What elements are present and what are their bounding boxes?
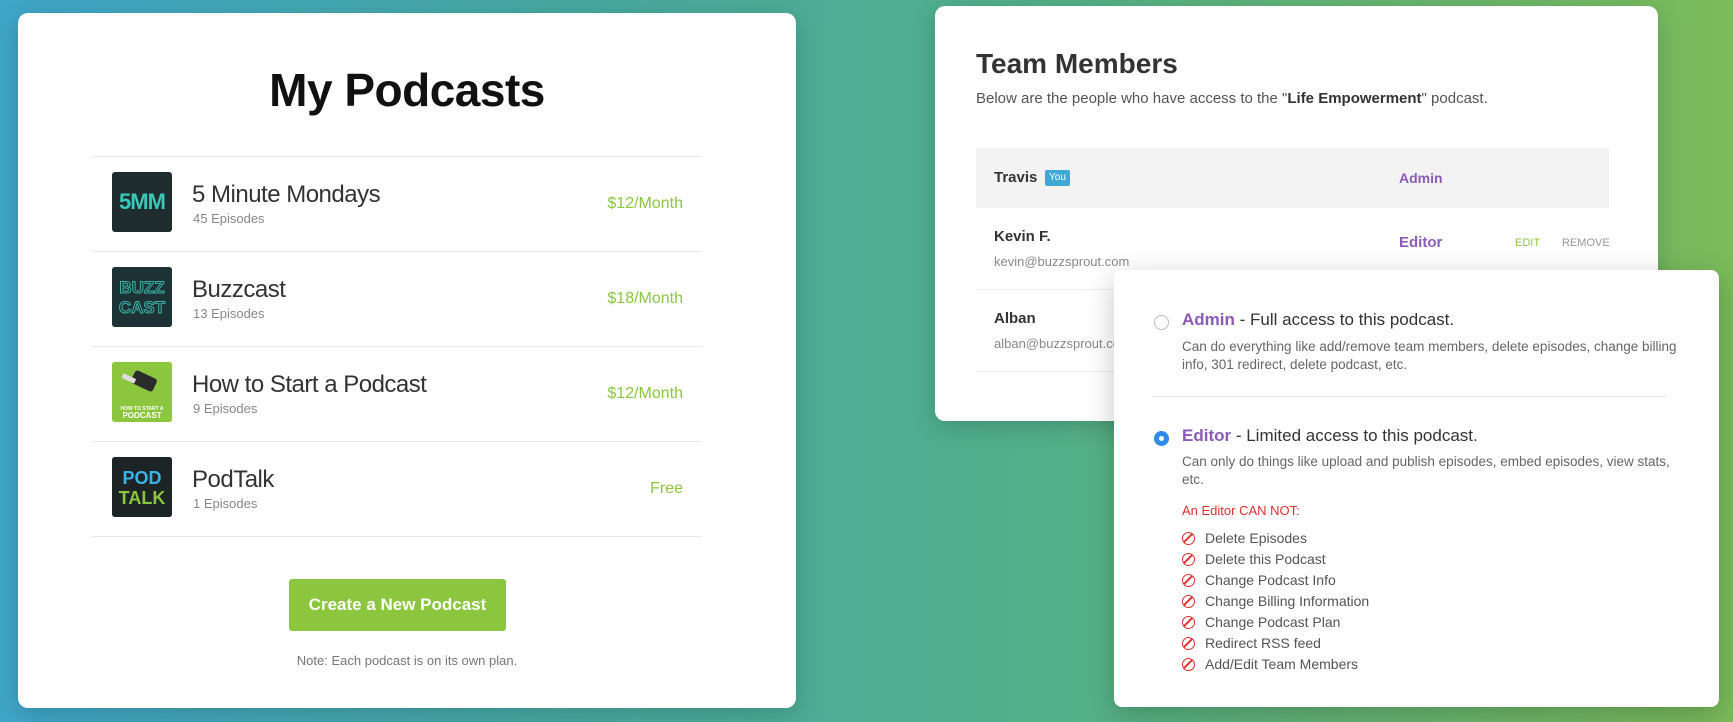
podcast-row-5-minute-mondays[interactable]: 5MM 5 Minute Mondays 45 Episodes $12/Mon…: [92, 157, 702, 252]
create-podcast-button[interactable]: Create a New Podcast: [289, 579, 506, 631]
prohibited-icon: [1182, 532, 1195, 545]
podcast-artwork: POD TALK: [112, 457, 172, 517]
podcast-artwork: HOW TO START A PODCAST: [112, 362, 172, 422]
remove-member-button[interactable]: REMOVE: [1562, 237, 1610, 249]
prohibited-icon: [1182, 553, 1195, 566]
svg-text:PODCAST: PODCAST: [122, 411, 161, 420]
admin-role-description: Can do everything like add/remove team m…: [1182, 339, 1677, 372]
restriction-item: Change Podcast Info: [1182, 570, 1369, 591]
member-name: Kevin F.: [994, 228, 1051, 245]
page-title: My Podcasts: [269, 64, 545, 116]
member-role-dropdown[interactable]: Editor: [1399, 234, 1442, 251]
admin-role-name: Admin: [1182, 310, 1235, 329]
podcast-name[interactable]: How to Start a Podcast: [192, 371, 427, 399]
restriction-item: Add/Edit Team Members: [1182, 654, 1369, 675]
prohibited-icon: [1182, 616, 1195, 629]
editor-restrictions-list: Delete Episodes Delete this Podcast Chan…: [1182, 528, 1369, 675]
podcast-row-buzzcast[interactable]: BUZZ CAST Buzzcast 13 Episodes $18/Month: [92, 252, 702, 347]
plan-note: Note: Each podcast is on its own plan.: [296, 653, 518, 668]
podcast-name[interactable]: 5 Minute Mondays: [192, 181, 381, 209]
you-badge: You: [1045, 170, 1070, 186]
divider: [1152, 396, 1666, 397]
editor-role-description: Can only do things like upload and publi…: [1182, 454, 1670, 487]
prohibited-icon: [1182, 658, 1195, 671]
episode-count: 13 Episodes: [193, 306, 265, 321]
podcast-name[interactable]: Buzzcast: [192, 276, 286, 304]
editor-role-radio[interactable]: [1154, 431, 1169, 446]
admin-role-heading: Admin - Full access to this podcast.: [1182, 310, 1455, 329]
team-title: Team Members: [976, 48, 1178, 79]
episode-count: 45 Episodes: [193, 211, 265, 226]
restriction-item: Change Billing Information: [1182, 591, 1369, 612]
member-row-travis: Travis You Admin: [976, 148, 1609, 208]
prohibited-icon: [1182, 574, 1195, 587]
podcast-price: $12/Month: [607, 195, 683, 212]
podcast-row-how-to-start-a-podcast[interactable]: HOW TO START A PODCAST How to Start a Po…: [92, 347, 702, 442]
svg-text:TALK: TALK: [119, 488, 166, 508]
podcast-price: $12/Month: [607, 385, 683, 402]
podcast-artwork: BUZZ CAST: [112, 267, 172, 327]
prohibited-icon: [1182, 637, 1195, 650]
admin-role-radio[interactable]: [1154, 315, 1169, 330]
editor-role-heading: Editor - Limited access to this podcast.: [1182, 426, 1478, 445]
svg-text:CAST: CAST: [119, 298, 166, 317]
member-email: kevin@buzzsprout.com: [994, 254, 1130, 269]
restriction-item: Redirect RSS feed: [1182, 633, 1369, 654]
member-name: Travis: [994, 169, 1038, 186]
podcast-artwork: 5MM: [112, 172, 172, 232]
podcast-price: Free: [650, 480, 683, 497]
episode-count: 1 Episodes: [193, 496, 258, 511]
team-description: Below are the people who have access to …: [976, 90, 1488, 107]
edit-member-button[interactable]: EDIT: [1515, 237, 1540, 249]
episode-count: 9 Episodes: [193, 401, 258, 416]
editor-cannot-title: An Editor CAN NOT:: [1182, 503, 1300, 518]
podcast-price: $18/Month: [607, 290, 683, 307]
my-podcasts-card: My Podcasts 5MM 5 Minute Mondays 45 Epis…: [18, 13, 796, 708]
podcast-row-podtalk[interactable]: POD TALK PodTalk 1 Episodes Free: [92, 442, 702, 537]
restriction-item: Delete this Podcast: [1182, 549, 1369, 570]
member-email: alban@buzzsprout.com: [994, 336, 1131, 351]
member-name: Alban: [994, 310, 1036, 327]
podcast-name: Life Empowerment: [1287, 90, 1422, 107]
restriction-item: Delete Episodes: [1182, 528, 1369, 549]
svg-text:BUZZ: BUZZ: [119, 278, 164, 297]
podcast-name[interactable]: PodTalk: [192, 466, 274, 494]
prohibited-icon: [1182, 595, 1195, 608]
svg-text:POD: POD: [122, 468, 161, 488]
member-role: Admin: [1399, 170, 1443, 186]
editor-role-name: Editor: [1182, 426, 1232, 445]
restriction-item: Change Podcast Plan: [1182, 612, 1369, 633]
podcast-list: 5MM 5 Minute Mondays 45 Episodes $12/Mon…: [92, 156, 702, 537]
role-selector-popover: Admin - Full access to this podcast. Can…: [1114, 270, 1719, 707]
